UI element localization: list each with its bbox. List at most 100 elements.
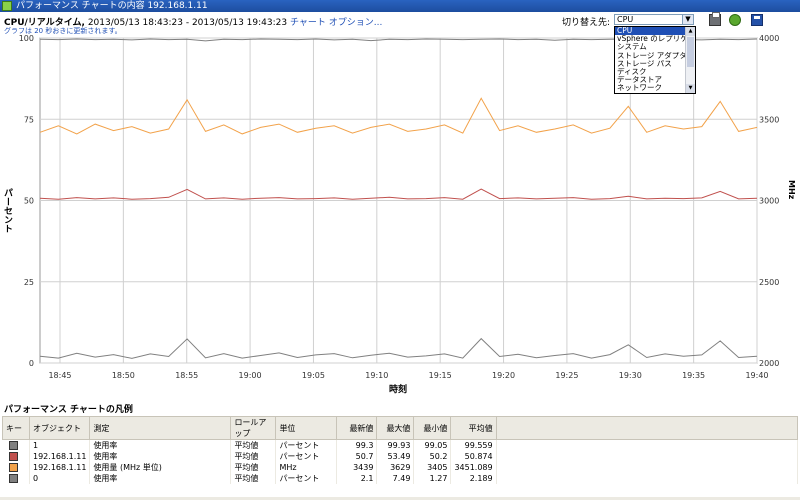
x-tick-label: 18:50 [112, 371, 135, 380]
legend-cell-max: 99.93 [376, 439, 415, 451]
dropdown-option[interactable]: ディスク [615, 68, 687, 76]
legend-cell-filler [496, 451, 799, 462]
print-icon[interactable] [709, 12, 721, 26]
legend-cell-avg: 3451.089 [450, 462, 497, 473]
legend-cell-unit: MHz [275, 462, 338, 473]
x-tick-label: 19:15 [429, 371, 452, 380]
legend-col-key[interactable]: キー [2, 416, 30, 440]
x-tick-label: 19:35 [682, 371, 705, 380]
switch-dropdown-list[interactable]: CPUvSphere のレプリケーションシステムストレージ アダプタストレージ … [614, 26, 696, 94]
legend-col-filler [495, 416, 799, 440]
y2-tick-label: 2000 [759, 359, 779, 368]
scroll-down-icon[interactable]: ▼ [686, 84, 695, 93]
legend-cell-unit: パーセント [275, 451, 338, 462]
legend-table: キー オブジェクト 測定 ロールアップ 単位 最新値 最大値 最小値 平均値 1… [2, 416, 799, 484]
legend-col-unit[interactable]: 単位 [275, 416, 338, 440]
legend-cell-max: 3629 [376, 462, 415, 473]
switch-select-value: CPU [617, 15, 634, 24]
legend-swatch [8, 452, 18, 461]
legend-cell-filler [496, 462, 799, 473]
dropdown-option[interactable]: vSphere のレプリケーション [615, 35, 687, 43]
app-icon [2, 1, 12, 11]
y-tick-label: 100 [19, 34, 34, 43]
legend-cell-latest: 99.3 [336, 439, 378, 451]
y-axis-label: パーセント [2, 188, 12, 236]
switch-select[interactable]: CPU ▼ [614, 14, 694, 25]
legend-col-min[interactable]: 最小値 [413, 416, 452, 440]
legend-cell-latest: 2.1 [336, 473, 378, 484]
legend-cell-rollup: 平均値 [230, 462, 277, 473]
y2-tick-label: 4000 [759, 34, 779, 43]
scroll-up-icon[interactable]: ▲ [686, 27, 695, 36]
scroll-thumb[interactable] [687, 37, 694, 67]
legend-swatch [8, 463, 18, 472]
y-tick-label: 25 [24, 278, 34, 287]
legend-cell-avg: 99.559 [450, 439, 497, 451]
dropdown-option[interactable]: CPU [615, 27, 687, 36]
legend-row[interactable]: 192.168.1.11 使用率 平均値 パーセント 50.7 53.49 50.2 50.8… [2, 451, 799, 462]
y-tick-label: 50 [24, 197, 34, 206]
legend-cell-filler [496, 439, 799, 451]
switch-label: 切り替え先: [562, 18, 611, 28]
legend-cell-object: 0 [29, 473, 91, 484]
legend-cell-measure: 使用率 [89, 451, 232, 462]
legend-cell-measure: 使用率 [89, 473, 232, 484]
legend-cell-avg: 2.189 [450, 473, 497, 484]
legend-col-object[interactable]: オブジェクト [28, 416, 91, 440]
y2-axis-label-text: MHz [787, 180, 796, 200]
legend-row[interactable]: 1 使用率 平均値 パーセント 99.3 99.93 99.05 99.559 [2, 439, 799, 451]
legend-row[interactable]: 0 使用率 平均値 パーセント 2.1 7.49 1.27 2.189 [2, 473, 799, 484]
dropdown-option[interactable]: ストレージ パス [615, 60, 687, 68]
legend-cell-measure: 使用率 [89, 439, 232, 451]
legend-cell-min: 1.27 [413, 473, 452, 484]
x-axis-label: 時刻 [389, 385, 408, 395]
y-tick-label: 75 [24, 115, 34, 124]
y2-tick-label: 3000 [759, 197, 779, 206]
x-tick-label: 18:55 [175, 371, 198, 380]
save-icon[interactable] [751, 14, 763, 26]
legend-key [2, 451, 30, 462]
refresh-icon[interactable] [729, 14, 741, 26]
dropdown-option[interactable]: データストア [615, 76, 687, 84]
legend-col-rollup[interactable]: ロールアップ [230, 416, 277, 440]
y-axis-label-text: パーセント [2, 188, 12, 233]
legend-row[interactable]: 192.168.1.11 使用量 (MHz 単位) 平均値 MHz 3439 3629 34… [2, 462, 799, 473]
legend-cell-rollup: 平均値 [230, 451, 277, 462]
y2-axis-label: MHz [786, 180, 796, 201]
legend-cell-object: 192.168.1.11 [29, 451, 91, 462]
legend-key [2, 473, 30, 484]
x-tick-label: 19:40 [745, 371, 768, 380]
legend-cell-min: 50.2 [413, 451, 452, 462]
x-tick-label: 18:45 [48, 371, 71, 380]
legend-col-measure[interactable]: 測定 [89, 416, 232, 440]
dropdown-option[interactable]: ストレージ アダプタ [615, 52, 687, 60]
legend-cell-latest: 3439 [336, 462, 378, 473]
legend-col-avg[interactable]: 平均値 [450, 416, 497, 440]
legend-cell-latest: 50.7 [336, 451, 378, 462]
chevron-down-icon[interactable]: ▼ [682, 15, 693, 24]
chart-options-link[interactable]: チャート オプション... [290, 18, 382, 28]
legend-cell-rollup: 平均値 [230, 439, 277, 451]
legend-col-max[interactable]: 最大値 [376, 416, 415, 440]
legend-cell-filler [496, 473, 799, 484]
dropdown-scrollbar[interactable]: ▲ ▼ [685, 27, 695, 93]
legend-cell-avg: 50.874 [450, 451, 497, 462]
legend-key [2, 439, 30, 451]
window-titlebar: パフォーマンス チャートの内容 192.168.1.11 [0, 0, 800, 12]
legend-cell-measure: 使用量 (MHz 単位) [89, 462, 232, 473]
legend-swatch [8, 441, 18, 450]
legend-key [2, 462, 30, 473]
x-tick-label: 19:10 [365, 371, 388, 380]
legend-cell-object: 192.168.1.11 [29, 462, 91, 473]
y2-tick-label: 3500 [759, 115, 779, 124]
x-tick-label: 19:05 [302, 371, 325, 380]
legend-header-row: キー オブジェクト 測定 ロールアップ 単位 最新値 最大値 最小値 平均値 [2, 416, 799, 440]
legend-col-latest[interactable]: 最新値 [336, 416, 378, 440]
legend-cell-min: 99.05 [413, 439, 452, 451]
legend-cell-object: 1 [29, 439, 91, 451]
dropdown-option[interactable]: ネットワーク [615, 84, 687, 92]
legend-cell-unit: パーセント [275, 439, 338, 451]
dropdown-option[interactable]: システム [615, 43, 687, 51]
y2-tick-label: 2500 [759, 278, 779, 287]
x-tick-label: 19:20 [492, 371, 515, 380]
